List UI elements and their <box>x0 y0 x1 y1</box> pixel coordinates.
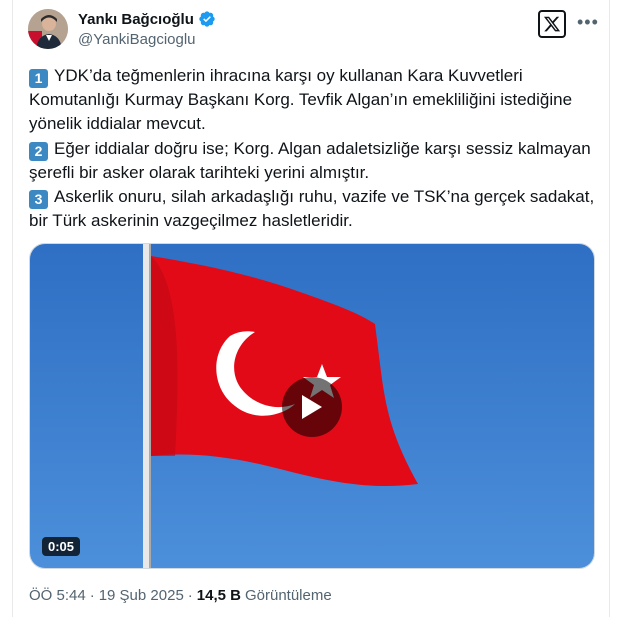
verified-badge-icon <box>199 11 215 27</box>
video-duration: 0:05 <box>42 537 81 556</box>
tweet-meta: ÖÖ 5:44 · 19 Şub 2025 · 14,5 B Görüntüle… <box>29 587 332 604</box>
tweet-paragraph-1: 1 YDK’da teğmenlerin ihracına karşı oy ku… <box>29 64 595 137</box>
more-options-icon[interactable]: ••• <box>577 12 599 33</box>
tweet-date[interactable]: 19 Şub 2025 <box>99 587 184 604</box>
avatar-image <box>28 9 68 49</box>
keycap-2-icon: 2 <box>29 141 48 161</box>
keycap-1-icon: 1 <box>29 69 48 88</box>
paragraph-text: Eğer iddialar doğru ise; Korg. Algan ada… <box>29 138 591 182</box>
views-count: 14,5 B <box>196 587 241 604</box>
keycap-3-icon: 3 <box>29 190 48 210</box>
tweet-text: 1 YDK’da teğmenlerin ihracına karşı oy ku… <box>29 64 595 233</box>
tweet-time[interactable]: ÖÖ 5:44 <box>29 587 86 604</box>
paragraph-text: YDK’da teğmenlerin ihracına karşı oy kul… <box>29 66 573 134</box>
paragraph-text: Askerlik onuru, silah arkadaşlığı ruhu, … <box>29 187 595 231</box>
meta-separator: · <box>187 587 193 604</box>
x-logo-glyph <box>543 16 561 32</box>
author-handle[interactable]: @YankiBagcioglu <box>78 31 196 48</box>
play-icon <box>302 395 322 419</box>
x-logo-icon[interactable] <box>538 10 566 38</box>
play-button[interactable] <box>282 377 342 437</box>
author-name-row: Yankı Bağcıoğlu <box>78 10 216 28</box>
meta-separator: · <box>89 587 95 604</box>
author-name[interactable]: Yankı Bağcıoğlu <box>78 11 194 28</box>
tweet-paragraph-2: 2 Eğer iddialar doğru ise; Korg. Algan ad… <box>29 137 595 185</box>
tweet-paragraph-3: 3 Askerlik onuru, silah arkadaşlığı ruhu,… <box>29 185 595 233</box>
avatar[interactable] <box>28 9 68 49</box>
views-label: Görüntüleme <box>244 587 332 604</box>
